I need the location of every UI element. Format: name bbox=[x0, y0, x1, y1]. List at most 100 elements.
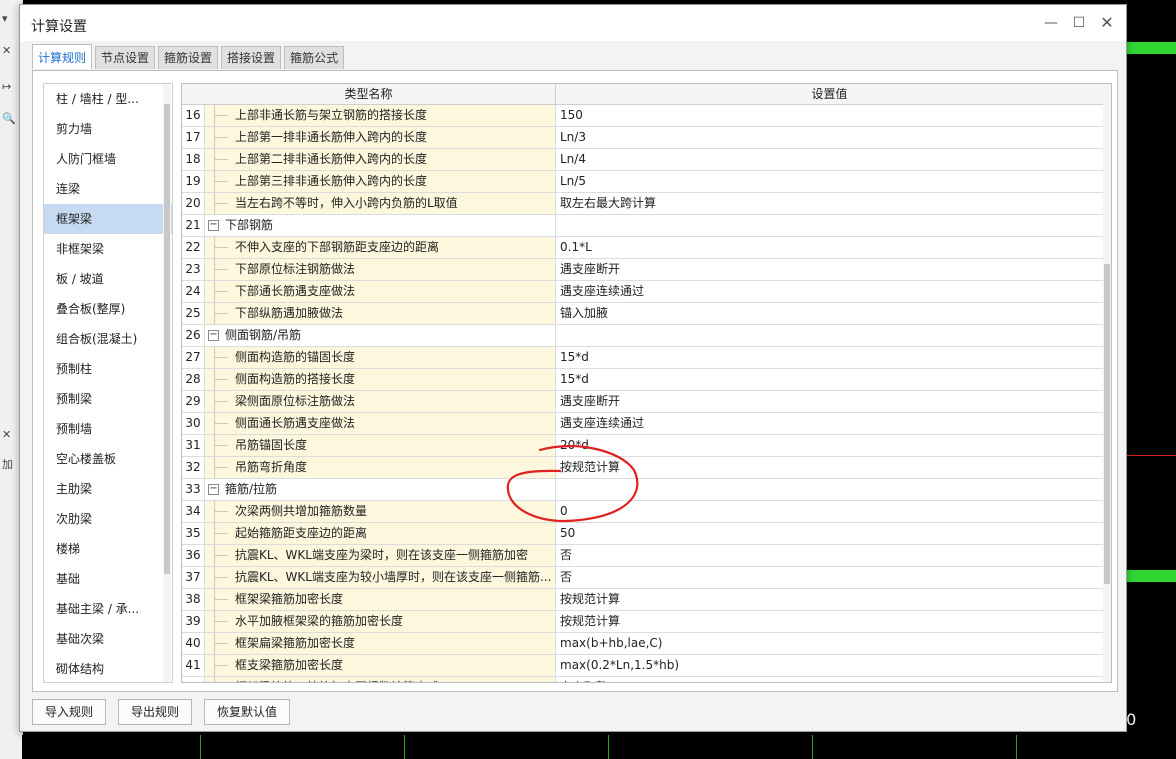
table-row[interactable]: 37 抗震KL、WKL端支座为较小墙厚时，则在该支座一侧箍筋... 否 bbox=[182, 567, 1103, 589]
tab-node-settings[interactable]: 节点设置 bbox=[95, 46, 156, 69]
canvas-bottom-strip bbox=[22, 735, 1176, 759]
table-row[interactable]: 24 下部通长筋遇支座做法 遇支座连续通过 bbox=[182, 281, 1103, 303]
restore-defaults-button[interactable]: 恢复默认值 bbox=[204, 699, 291, 725]
table-row[interactable]: 42 框架梁箍筋、拉筋加密区根数计算方式 向上取整+1 bbox=[182, 677, 1103, 682]
column-header-name[interactable]: 类型名称 bbox=[182, 84, 556, 104]
setting-value-cell[interactable]: 向上取整+1 bbox=[556, 677, 1103, 682]
table-row[interactable]: 35 起始箍筋距支座边的距离 50 bbox=[182, 523, 1103, 545]
setting-value-cell[interactable]: 150 bbox=[556, 105, 1103, 126]
table-row[interactable]: 39 水平加腋框架梁的箍筋加密长度 按规范计算 bbox=[182, 611, 1103, 633]
setting-value-cell[interactable]: 按规范计算 bbox=[556, 611, 1103, 632]
sidebar-item-non-frame-beam[interactable]: 非框架梁 bbox=[44, 234, 172, 264]
close-icon[interactable]: ✕ bbox=[2, 428, 11, 441]
sidebar-item-composite-slab-full[interactable]: 叠合板(整厚) bbox=[44, 294, 172, 324]
setting-value-cell[interactable]: Ln/4 bbox=[556, 149, 1103, 170]
setting-value-cell[interactable]: 遇支座断开 bbox=[556, 391, 1103, 412]
sidebar-item-civil-defense-frame[interactable]: 人防门框墙 bbox=[44, 144, 172, 174]
setting-value-cell[interactable]: 遇支座连续通过 bbox=[556, 281, 1103, 302]
tab-stirrup-formula[interactable]: 箍筋公式 bbox=[284, 46, 345, 69]
maximize-icon[interactable]: ☐ bbox=[1070, 14, 1088, 32]
sidebar-item-main-rib-beam[interactable]: 主肋梁 bbox=[44, 474, 172, 504]
setting-value-cell bbox=[556, 479, 1103, 500]
setting-value-cell[interactable]: 遇支座连续通过 bbox=[556, 413, 1103, 434]
collapse-icon[interactable]: − bbox=[208, 330, 219, 341]
setting-value-cell[interactable]: Ln/3 bbox=[556, 127, 1103, 148]
table-row[interactable]: 28 侧面构造筋的搭接长度 15*d bbox=[182, 369, 1103, 391]
table-row[interactable]: 30 侧面通长筋遇支座做法 遇支座连续通过 bbox=[182, 413, 1103, 435]
table-row[interactable]: 22 不伸入支座的下部钢筋距支座边的距离 0.1*L bbox=[182, 237, 1103, 259]
setting-value-cell[interactable]: 15*d bbox=[556, 347, 1103, 368]
sidebar-item-frame-beam[interactable]: 框架梁 bbox=[44, 204, 172, 234]
table-row[interactable]: 26− 侧面钢筋/吊筋 bbox=[182, 325, 1103, 347]
table-row[interactable]: 36 抗震KL、WKL端支座为梁时，则在该支座一侧箍筋加密 否 bbox=[182, 545, 1103, 567]
table-row[interactable]: 33− 箍筋/拉筋 bbox=[182, 479, 1103, 501]
setting-value-cell[interactable]: 50 bbox=[556, 523, 1103, 544]
sidebar-item-stairs[interactable]: 楼梯 bbox=[44, 534, 172, 564]
sidebar-item-composite-slab-concrete[interactable]: 组合板(混凝土) bbox=[44, 324, 172, 354]
collapse-icon[interactable]: − bbox=[208, 220, 219, 231]
import-rules-button[interactable]: 导入规则 bbox=[32, 699, 107, 725]
table-row[interactable]: 32 吊筋弯折角度 按规范计算 bbox=[182, 457, 1103, 479]
sidebar-item-slab-ramp[interactable]: 板 / 坡道 bbox=[44, 264, 172, 294]
table-row[interactable]: 34 次梁两侧共增加箍筋数量 0 bbox=[182, 501, 1103, 523]
sidebar-item-precast-wall[interactable]: 预制墙 bbox=[44, 414, 172, 444]
sidebar-item-shear-wall[interactable]: 剪力墙 bbox=[44, 114, 172, 144]
table-row[interactable]: 18 上部第二排非通长筋伸入跨内的长度 Ln/4 bbox=[182, 149, 1103, 171]
sidebar-item-foundation-main-beam[interactable]: 基础主梁 / 承... bbox=[44, 594, 172, 624]
sidebar-item-column[interactable]: 柱 / 墙柱 / 型... bbox=[44, 84, 172, 114]
tab-calc-rules[interactable]: 计算规则 bbox=[32, 44, 93, 69]
sidebar-item-foundation-secondary-beam[interactable]: 基础次梁 bbox=[44, 624, 172, 654]
setting-value-cell[interactable]: max(b+hb,lae,C) bbox=[556, 633, 1103, 654]
table-row[interactable]: 19 上部第三排非通长筋伸入跨内的长度 Ln/5 bbox=[182, 171, 1103, 193]
setting-value-cell[interactable]: 取左右最大跨计算 bbox=[556, 193, 1103, 214]
setting-name: 梁侧面原位标注筋做法 bbox=[235, 394, 356, 408]
setting-value-cell[interactable]: Ln/5 bbox=[556, 171, 1103, 192]
setting-value-cell[interactable]: 遇支座断开 bbox=[556, 259, 1103, 280]
table-row[interactable]: 21− 下部钢筋 bbox=[182, 215, 1103, 237]
table-row[interactable]: 23 下部原位标注钢筋做法 遇支座断开 bbox=[182, 259, 1103, 281]
table-row[interactable]: 31 吊筋锚固长度 20*d bbox=[182, 435, 1103, 457]
grid-scrollbar-thumb[interactable] bbox=[1104, 264, 1110, 584]
close-icon[interactable]: ✕ bbox=[1098, 14, 1116, 32]
setting-value-cell[interactable]: 20*d bbox=[556, 435, 1103, 456]
setting-value-cell[interactable]: 15*d bbox=[556, 369, 1103, 390]
sidebar-scrollbar-thumb[interactable] bbox=[164, 104, 170, 574]
table-row[interactable]: 20 当左右跨不等时，伸入小跨内负筋的L取值 取左右最大跨计算 bbox=[182, 193, 1103, 215]
setting-value-cell[interactable]: 按规范计算 bbox=[556, 589, 1103, 610]
search-icon[interactable]: 🔍 bbox=[2, 112, 16, 125]
collapse-icon[interactable]: − bbox=[208, 484, 219, 495]
table-row[interactable]: 16 上部非通长筋与架立钢筋的搭接长度 150 bbox=[182, 105, 1103, 127]
table-row[interactable]: 41 框支梁箍筋加密长度 max(0.2*Ln,1.5*hb) bbox=[182, 655, 1103, 677]
title-bar[interactable]: 计算设置 — ☐ ✕ bbox=[20, 5, 1126, 41]
sidebar-item-hollow-floor[interactable]: 空心楼盖板 bbox=[44, 444, 172, 474]
setting-value-cell[interactable]: 按规范计算 bbox=[556, 457, 1103, 478]
sidebar-item-foundation[interactable]: 基础 bbox=[44, 564, 172, 594]
tab-stirrup-settings[interactable]: 箍筋设置 bbox=[158, 46, 219, 69]
sidebar-item-masonry[interactable]: 砌体结构 bbox=[44, 654, 172, 682]
sidebar-item-precast-beam[interactable]: 预制梁 bbox=[44, 384, 172, 414]
export-rules-button[interactable]: 导出规则 bbox=[118, 699, 193, 725]
sidebar-item-precast-column[interactable]: 预制柱 bbox=[44, 354, 172, 384]
sidebar-item-coupling-beam[interactable]: 连梁 bbox=[44, 174, 172, 204]
close-icon[interactable]: ✕ bbox=[2, 44, 11, 57]
setting-value-cell[interactable]: 否 bbox=[556, 545, 1103, 566]
sidebar-item-secondary-rib-beam[interactable]: 次肋梁 bbox=[44, 504, 172, 534]
setting-value-cell[interactable]: 锚入加腋 bbox=[556, 303, 1103, 324]
setting-value-cell[interactable]: 否 bbox=[556, 567, 1103, 588]
dropdown-icon[interactable]: ▾ bbox=[2, 12, 8, 25]
setting-name-cell: 下部原位标注钢筋做法 bbox=[205, 259, 556, 280]
setting-value-cell[interactable]: 0.1*L bbox=[556, 237, 1103, 258]
table-row[interactable]: 17 上部第一排非通长筋伸入跨内的长度 Ln/3 bbox=[182, 127, 1103, 149]
column-header-value[interactable]: 设置值 bbox=[556, 84, 1103, 104]
table-row[interactable]: 40 框架扁梁箍筋加密长度 max(b+hb,lae,C) bbox=[182, 633, 1103, 655]
table-row[interactable]: 27 侧面构造筋的锚固长度 15*d bbox=[182, 347, 1103, 369]
tree-branch bbox=[214, 599, 228, 600]
minimize-icon[interactable]: — bbox=[1042, 14, 1060, 32]
arrow-icon[interactable]: ↦ bbox=[2, 80, 11, 93]
tab-lap-settings[interactable]: 搭接设置 bbox=[221, 46, 282, 69]
table-row[interactable]: 38 框架梁箍筋加密长度 按规范计算 bbox=[182, 589, 1103, 611]
setting-value-cell[interactable]: 0 bbox=[556, 501, 1103, 522]
setting-value-cell[interactable]: max(0.2*Ln,1.5*hb) bbox=[556, 655, 1103, 676]
table-row[interactable]: 29 梁侧面原位标注筋做法 遇支座断开 bbox=[182, 391, 1103, 413]
table-row[interactable]: 25 下部纵筋遇加腋做法 锚入加腋 bbox=[182, 303, 1103, 325]
